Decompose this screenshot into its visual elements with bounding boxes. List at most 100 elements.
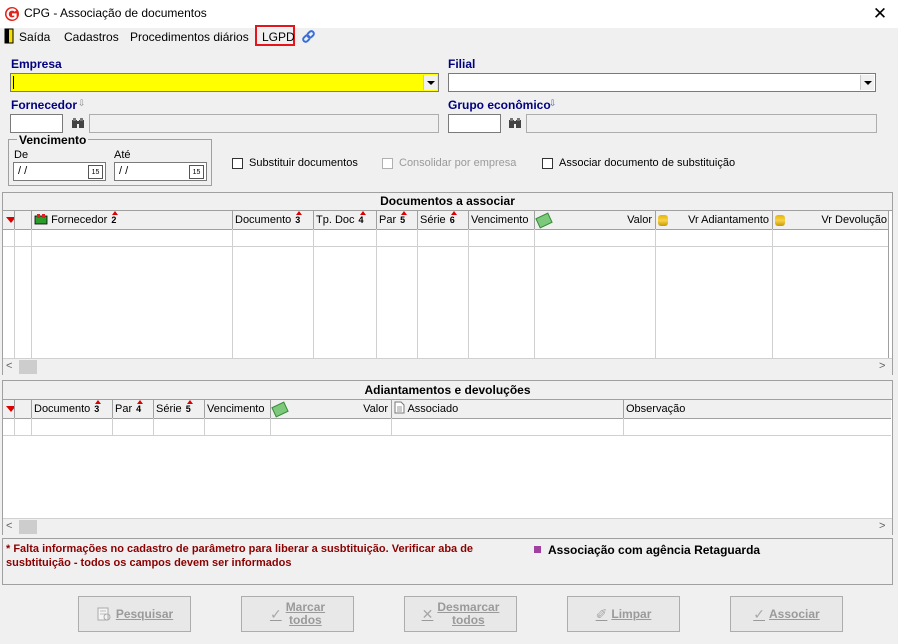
fornecedor-code-input[interactable] xyxy=(10,114,63,133)
x-mark-icon: ✕ xyxy=(421,605,434,622)
marker-column xyxy=(15,211,32,229)
limpar-button[interactable]: ✐ Limpar xyxy=(567,596,680,632)
col-vencimento-label: Vencimento xyxy=(207,403,265,415)
col-fornecedor[interactable]: Fornecedor 2 xyxy=(32,211,233,229)
associar-substituicao-label: Associar documento de substituição xyxy=(559,157,736,169)
documentos-horizontal-scrollbar[interactable]: < > xyxy=(3,358,892,375)
sort-order-indicator: 5 xyxy=(185,404,191,414)
exit-door-icon xyxy=(4,28,14,44)
col-tp-doc[interactable]: Tp. Doc 4 xyxy=(314,211,377,229)
scroll-left-icon[interactable]: < xyxy=(6,520,12,532)
grid-col-line xyxy=(14,229,15,358)
col-par-label: Par xyxy=(379,214,397,226)
grid-col-line xyxy=(112,418,113,435)
scroll-right-icon[interactable]: > xyxy=(879,520,885,532)
col-valor-label: Valor xyxy=(363,403,388,415)
grid-row-line xyxy=(3,246,889,247)
calendar-icon[interactable]: 15 xyxy=(88,165,103,179)
pesquisar-button[interactable]: Pesquisar xyxy=(78,596,191,632)
legend-label: Associação com agência Retaguarda xyxy=(548,543,761,557)
col-serie[interactable]: Série 6 xyxy=(418,211,469,229)
ate-label: Até xyxy=(114,149,131,161)
col-valor[interactable]: Valor xyxy=(535,211,656,229)
grid-col-line xyxy=(31,418,32,435)
adiantamentos-horizontal-scrollbar[interactable]: < > xyxy=(3,518,892,535)
de-label: De xyxy=(14,149,29,161)
select-all-column[interactable] xyxy=(3,400,15,418)
eraser-icon: ✐ xyxy=(595,605,608,622)
money-icon xyxy=(535,212,553,229)
filial-dropdown-arrow-icon[interactable] xyxy=(860,75,874,90)
col-vencimento[interactable]: Vencimento xyxy=(205,400,271,418)
col-par[interactable]: Par 4 xyxy=(113,400,154,418)
scroll-thumb[interactable] xyxy=(19,360,37,374)
substituir-checkbox[interactable] xyxy=(232,158,243,169)
col-observacao[interactable]: Observação xyxy=(624,400,891,418)
adiantamentos-grid-title: Adiantamentos e devoluções xyxy=(3,381,892,400)
menu-saida[interactable]: Saída xyxy=(19,30,50,44)
empresa-label: Empresa xyxy=(11,57,62,71)
associar-button[interactable]: ✓ Associar xyxy=(730,596,843,632)
grupo-code-input[interactable] xyxy=(448,114,501,133)
col-serie[interactable]: Série 5 xyxy=(154,400,205,418)
scroll-left-icon[interactable]: < xyxy=(6,360,12,372)
close-button[interactable]: ✕ xyxy=(862,0,898,28)
marcar-todos-button[interactable]: ✓ Marcar todos xyxy=(241,596,354,632)
binoculars-search-icon[interactable] xyxy=(508,117,522,129)
col-vr-adiantamento-label: Vr Adiantamento xyxy=(688,214,769,226)
checkmark-icon: ✓ xyxy=(753,605,766,622)
vencimento-label: Vencimento xyxy=(17,133,89,147)
legend-color-swatch xyxy=(534,546,541,553)
col-par[interactable]: Par 5 xyxy=(377,211,418,229)
menu-lgpd[interactable]: LGPD xyxy=(262,30,295,44)
col-associado[interactable]: Associado xyxy=(392,400,624,418)
desmarcar-todos-button[interactable]: ✕ Desmarcar todos xyxy=(404,596,517,632)
fornecedor-name-field xyxy=(89,114,439,133)
filial-combo[interactable] xyxy=(448,73,876,92)
consolidar-checkbox xyxy=(382,158,393,169)
col-vr-devolucao-label: Vr Devolução xyxy=(821,214,887,226)
date-to-input[interactable]: / / 15 xyxy=(114,162,207,181)
date-from-input[interactable]: / / 15 xyxy=(13,162,106,181)
limpar-label: Limpar xyxy=(611,606,652,621)
grupo-name-field xyxy=(526,114,877,133)
scroll-thumb[interactable] xyxy=(19,520,37,534)
grid-col-line xyxy=(14,418,15,435)
associar-label: Associar xyxy=(769,606,820,621)
empresa-dropdown-arrow-icon[interactable] xyxy=(423,75,437,90)
col-associado-label: Associado xyxy=(407,403,459,415)
calendar-icon[interactable]: 15 xyxy=(189,165,204,179)
checkmark-icon: ✓ xyxy=(269,605,282,622)
link-chain-icon[interactable] xyxy=(301,29,316,44)
grid-col-line xyxy=(204,418,205,435)
grid-col-line xyxy=(313,229,314,358)
documentos-grid-title: Documentos a associar xyxy=(3,193,892,211)
associar-substituicao-checkbox[interactable] xyxy=(542,158,553,169)
scroll-right-icon[interactable]: > xyxy=(879,360,885,372)
coins-icon xyxy=(775,214,785,226)
col-par-label: Par xyxy=(115,403,133,415)
sort-down-icon xyxy=(6,406,14,412)
binoculars-search-icon[interactable] xyxy=(71,117,85,129)
grid-row-line xyxy=(3,435,891,436)
menu-cadastros[interactable]: Cadastros xyxy=(64,30,119,44)
sort-order-indicator: 4 xyxy=(136,404,142,414)
col-documento-label: Documento xyxy=(235,214,292,226)
menu-procedimentos-diarios[interactable]: Procedimentos diários xyxy=(130,30,249,44)
col-fornecedor-label: Fornecedor xyxy=(51,214,108,226)
pesquisar-label: Pesquisar xyxy=(115,606,174,621)
col-documento[interactable]: Documento 3 xyxy=(32,400,113,418)
marker-column xyxy=(15,400,32,418)
select-all-column[interactable] xyxy=(3,211,15,229)
consolidar-label: Consolidar por empresa xyxy=(399,157,517,169)
col-vr-adiantamento[interactable]: Vr Adiantamento xyxy=(656,211,773,229)
grid-col-line xyxy=(232,229,233,358)
col-valor[interactable]: Valor xyxy=(271,400,392,418)
adiantamentos-grid-header: Documento 3 Par 4 Série 5 Vencimento Valor … xyxy=(3,400,891,419)
documentos-grid-header: Fornecedor 2 Documento 3 Tp. Doc 4 Par 5 Sér… xyxy=(3,211,889,230)
empresa-combo[interactable] xyxy=(10,73,439,92)
col-vencimento[interactable]: Vencimento xyxy=(469,211,535,229)
sort-order-indicator: 4 xyxy=(358,215,364,225)
col-vr-devolucao[interactable]: Vr Devolução xyxy=(773,211,889,229)
col-documento[interactable]: Documento 3 xyxy=(233,211,314,229)
